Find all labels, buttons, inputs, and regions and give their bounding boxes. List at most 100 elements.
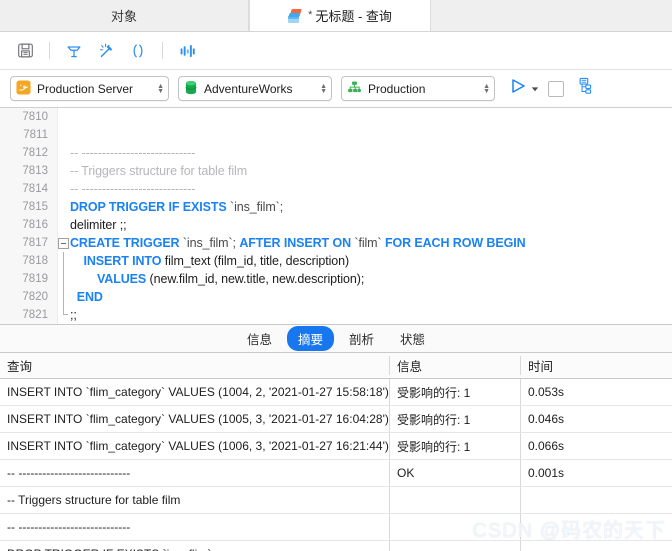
code-line[interactable]: 7820 END	[0, 288, 672, 306]
fold-marker	[57, 252, 70, 270]
result-tab-3[interactable]: 状態	[389, 326, 436, 351]
table-row[interactable]: -- ----------------------------	[0, 514, 672, 541]
database-selector[interactable]: AdventureWorks ▲ ▼	[178, 76, 332, 101]
code-token: AFTER INSERT ON	[239, 236, 355, 250]
query-window: 对象 * 无标题 - 查询 Production Server ▲ ▼ Adve…	[0, 0, 672, 551]
code-text: -- ----------------------------	[70, 182, 195, 196]
code-token: film_text (film_id, title, description)	[164, 254, 350, 268]
code-line[interactable]: 7818 INSERT INTO film_text (film_id, tit…	[0, 252, 672, 270]
table-row[interactable]: -- Triggers structure for table film	[0, 487, 672, 514]
schema-tree-icon	[347, 80, 362, 98]
line-number: 7811	[23, 129, 48, 141]
fold-guide-line	[63, 270, 64, 288]
code-token: FOR EACH ROW BEGIN	[384, 236, 526, 250]
parentheses-icon[interactable]	[123, 38, 153, 64]
code-line[interactable]: 7822delimiter ;	[0, 324, 672, 325]
explain-plan-icon	[573, 77, 592, 100]
code-token: INSERT INTO	[83, 254, 165, 268]
column-header-time[interactable]: 时间	[520, 356, 672, 375]
column-header-query[interactable]: 查询	[0, 356, 389, 375]
fold-marker	[57, 162, 70, 180]
line-number: 7820	[22, 291, 48, 303]
column-header-info[interactable]: 信息	[389, 356, 520, 375]
save-icon[interactable]	[10, 38, 40, 64]
cell-info: 受影响的行: 1	[389, 379, 520, 405]
code-token: ;;	[70, 308, 77, 322]
cell-query: INSERT INTO `flim_category` VALUES (1004…	[7, 385, 389, 399]
cell-info	[389, 514, 520, 540]
line-number: 7812	[22, 147, 48, 159]
result-tab-bar: 信息 摘要 剖析 状態	[0, 325, 672, 353]
schema-selector[interactable]: Production ▲ ▼	[341, 76, 495, 101]
server-selector[interactable]: Production Server ▲ ▼	[10, 76, 169, 101]
fold-marker[interactable]	[57, 234, 70, 252]
code-text: ;;	[70, 308, 77, 322]
tab-strip-filler	[431, 0, 672, 31]
code-line[interactable]: 7817 CREATE TRIGGER `ins_film`; AFTER INS…	[0, 234, 672, 252]
stop-button[interactable]	[548, 80, 564, 97]
code-line[interactable]: 7815 DROP TRIGGER IF EXISTS `ins_film`;	[0, 198, 672, 216]
code-line[interactable]: 7819 VALUES (new.film_id, new.title, new…	[0, 270, 672, 288]
explain-plan-button[interactable]	[573, 77, 592, 100]
fold-end-line	[63, 306, 68, 315]
code-text: CREATE TRIGGER `ins_film`; AFTER INSERT …	[70, 236, 526, 250]
toolbar-divider-2	[162, 42, 163, 59]
code-line[interactable]: 7812 -- ----------------------------	[0, 144, 672, 162]
code-token: `film`	[354, 236, 385, 250]
result-tab-1[interactable]: 摘要	[286, 326, 334, 351]
table-row[interactable]: INSERT INTO `flim_category` VALUES (1006…	[0, 433, 672, 460]
cell-info: OK	[389, 460, 520, 486]
fold-collapse-icon[interactable]	[58, 237, 69, 249]
code-text: -- Triggers structure for table film	[70, 164, 247, 178]
result-grid-body[interactable]: INSERT INTO `flim_category` VALUES (1004…	[0, 379, 672, 551]
table-row[interactable]: INSERT INTO `flim_category` VALUES (1004…	[0, 379, 672, 406]
line-number: 7821	[22, 309, 48, 321]
code-token: -- Triggers structure for table film	[70, 164, 248, 178]
window-tab-strip: 对象 * 无标题 - 查询	[0, 0, 672, 32]
beautify-sql-icon[interactable]	[59, 38, 89, 64]
cell-query: INSERT INTO `flim_category` VALUES (1006…	[7, 439, 389, 453]
table-row[interactable]: INSERT INTO `flim_category` VALUES (1005…	[0, 406, 672, 433]
chevron-updown-icon: ▲ ▼	[320, 82, 327, 95]
run-button[interactable]	[508, 77, 539, 100]
table-row[interactable]: -- ---------------------------- OK 0.001s	[0, 460, 672, 487]
cell-time	[520, 541, 672, 551]
code-line[interactable]: 7821;;	[0, 306, 672, 324]
fold-marker	[57, 144, 70, 162]
database-selector-label: AdventureWorks	[204, 81, 293, 96]
fold-guide-line	[63, 288, 64, 306]
line-number: 7816	[22, 219, 48, 231]
table-row[interactable]: DROP TRIGGER IF EXISTS `ins_flim`	[0, 541, 672, 551]
line-number: 7810	[22, 111, 48, 123]
code-token: DROP TRIGGER IF EXISTS	[70, 200, 230, 214]
line-number: 7817	[22, 237, 48, 249]
code-line[interactable]: 7810	[0, 108, 672, 126]
database-cylinder-icon	[184, 80, 198, 98]
code-token: `ins_film`;	[182, 236, 240, 250]
magic-wand-icon[interactable]	[91, 38, 121, 64]
cell-time: 0.053s	[520, 379, 672, 405]
cell-time: 0.001s	[520, 460, 672, 486]
code-line[interactable]: 7813 -- Triggers structure for table film	[0, 162, 672, 180]
run-dropdown-arrow-icon[interactable]	[531, 80, 539, 98]
tab-query[interactable]: * 无标题 - 查询	[249, 0, 431, 31]
cell-time	[520, 487, 672, 513]
code-line[interactable]: 7816 delimiter ;;	[0, 216, 672, 234]
tab-objects[interactable]: 对象	[0, 0, 249, 31]
result-tab-2[interactable]: 剖析	[338, 326, 385, 351]
code-token: `ins_film`;	[230, 200, 284, 214]
sql-editor[interactable]: 7810 7811 7812 -- -------------------------…	[0, 108, 672, 325]
explain-chart-icon[interactable]	[172, 38, 202, 64]
code-lines[interactable]: 7810 7811 7812 -- -------------------------…	[0, 108, 672, 324]
cell-info	[389, 487, 520, 513]
cell-query: -- Triggers structure for table film	[7, 493, 181, 507]
code-token: END	[76, 290, 103, 304]
code-line[interactable]: 7811	[0, 126, 672, 144]
schema-selector-label: Production	[368, 81, 426, 96]
query-doc-icon	[288, 8, 303, 23]
result-tab-0[interactable]: 信息	[236, 326, 283, 351]
cell-query: -- ----------------------------	[7, 520, 131, 534]
code-line[interactable]: 7814 -- ----------------------------	[0, 180, 672, 198]
